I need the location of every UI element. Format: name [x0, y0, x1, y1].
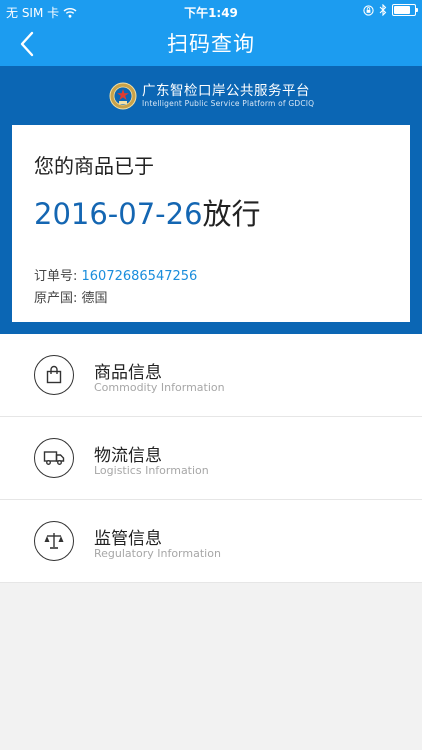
platform-branding: 广东智检口岸公共服务平台 Intelligent Public Service … — [108, 79, 314, 113]
bluetooth-icon — [379, 4, 387, 16]
platform-name-en: Intelligent Public Service Platform of G… — [142, 99, 315, 108]
status-time: 下午1:49 — [184, 6, 238, 20]
top-bar: 无 SIM 卡 下午1:49 扫码查询 — [0, 0, 422, 66]
menu-item-subtitle: Regulatory Information — [94, 547, 221, 560]
menu-item-subtitle: Logistics Information — [94, 464, 209, 477]
origin-label: 原产国: — [34, 291, 82, 306]
menu-item-title: 物流信息 — [94, 446, 162, 466]
rotation-lock-icon — [363, 4, 374, 16]
info-menu: 商品信息 Commodity Information 物流信息 Logistic… — [0, 334, 422, 583]
origin-line: 原产国: 德国 — [34, 287, 108, 306]
result-card: 您的商品已于 2016-07-26放行 订单号: 16072686547256 … — [12, 125, 410, 322]
truck-icon — [34, 438, 74, 478]
release-line: 2016-07-26放行 — [34, 191, 261, 233]
menu-item-regulatory[interactable]: 监管信息 Regulatory Information — [0, 500, 422, 583]
menu-item-title: 商品信息 — [94, 363, 162, 383]
order-number-line: 订单号: 16072686547256 — [34, 265, 197, 284]
release-status: 放行 — [202, 197, 261, 231]
shopping-bag-icon — [34, 355, 74, 395]
battery-icon — [392, 4, 418, 16]
order-label: 订单号: — [34, 269, 82, 284]
order-number: 16072686547256 — [81, 269, 198, 284]
status-right — [363, 4, 418, 16]
result-lead-text: 您的商品已于 — [34, 154, 154, 178]
origin-value: 德国 — [81, 291, 108, 306]
menu-item-subtitle: Commodity Information — [94, 381, 225, 394]
nav-bar: 扫码查询 — [0, 22, 422, 66]
release-date: 2016-07-26 — [34, 197, 203, 231]
menu-item-commodity[interactable]: 商品信息 Commodity Information — [0, 334, 422, 417]
menu-item-title: 监管信息 — [94, 529, 162, 549]
platform-name-cn: 广东智检口岸公共服务平台 — [142, 83, 310, 99]
status-bar: 无 SIM 卡 下午1:49 — [0, 0, 422, 22]
menu-item-logistics[interactable]: 物流信息 Logistics Information — [0, 417, 422, 500]
page-title: 扫码查询 — [167, 32, 255, 56]
customs-emblem-icon — [109, 82, 137, 110]
scale-icon — [34, 521, 74, 561]
